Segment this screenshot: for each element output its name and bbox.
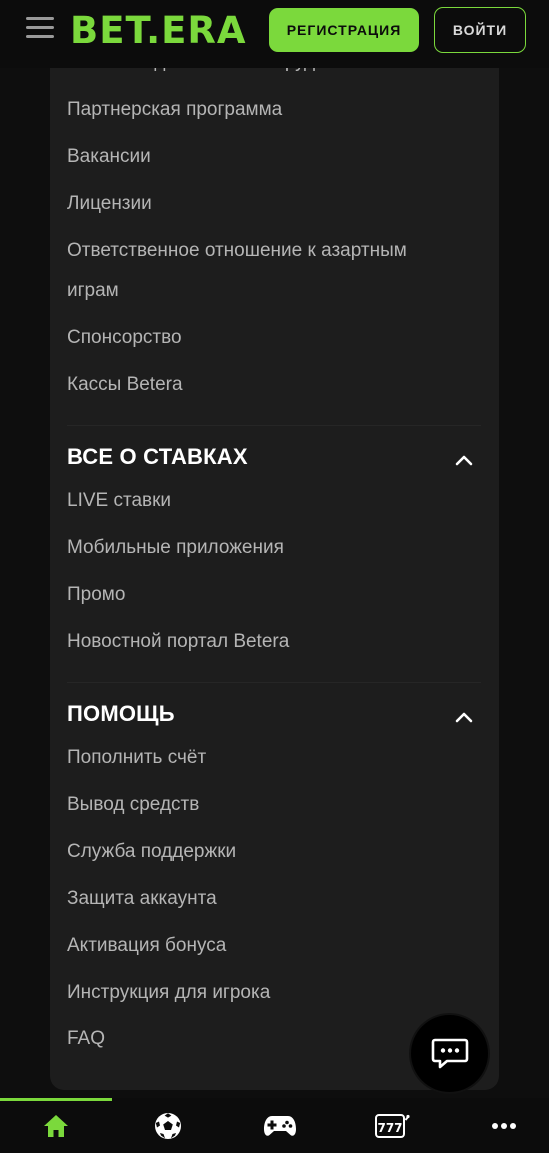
register-button[interactable]: РЕГИСТРАЦИЯ (269, 8, 419, 52)
link-mobile-apps[interactable]: Мобильные приложения (67, 536, 284, 560)
gamepad-icon (264, 1115, 296, 1136)
section-title-betting[interactable]: ВСЕ О СТАВКАХ (67, 444, 248, 470)
nav-home[interactable] (1, 1098, 111, 1153)
login-button[interactable]: ВОЙТИ (434, 7, 526, 53)
link-news-portal[interactable]: Новостной портал Betera (67, 630, 289, 654)
chevron-up-icon[interactable] (454, 710, 474, 724)
nav-games[interactable] (225, 1098, 335, 1153)
hamburger-menu-icon[interactable] (26, 17, 54, 39)
link-promo[interactable]: Промо (67, 583, 125, 607)
link-partner-program[interactable]: Партнерская программа (67, 98, 282, 122)
link-bonus-activation[interactable]: Активация бонуса (67, 934, 226, 958)
link-responsible-gaming[interactable]: Ответственное отношение к азартным (67, 239, 407, 263)
link-responsible-gaming-cont[interactable]: играм (67, 279, 119, 303)
football-icon (155, 1112, 181, 1139)
top-header: BET.ERA РЕГИСТРАЦИЯ ВОЙТИ (0, 0, 549, 68)
slots-777-icon: 777 (375, 1113, 410, 1138)
link-deposit[interactable]: Пополнить счёт (67, 746, 206, 770)
link-player-instructions[interactable]: Инструкция для игрока (67, 981, 270, 1005)
bottom-navigation: 777 (0, 1098, 549, 1153)
link-account-security[interactable]: Защита аккаунта (67, 887, 217, 911)
link-faq[interactable]: FAQ (67, 1027, 105, 1051)
svg-text:777: 777 (377, 1121, 402, 1135)
section-title-help[interactable]: ПОМОЩЬ (67, 701, 175, 727)
betera-logo[interactable]: BET.ERA (70, 10, 247, 52)
link-withdraw[interactable]: Вывод средств (67, 793, 199, 817)
section-divider (67, 682, 481, 683)
link-live-bets[interactable]: LIVE ставки (67, 489, 171, 513)
chat-support-button[interactable] (411, 1015, 488, 1092)
nav-more[interactable] (449, 1098, 549, 1153)
link-vacancies[interactable]: Вакансии (67, 145, 151, 169)
link-support[interactable]: Служба поддержки (67, 840, 236, 864)
home-icon (44, 1114, 68, 1137)
link-sponsorship[interactable]: Спонсорство (67, 326, 182, 350)
nav-slots[interactable]: 777 (337, 1098, 447, 1153)
link-betera-cash-desks[interactable]: Кассы Betera (67, 373, 183, 397)
chat-bubble-icon (431, 1038, 468, 1068)
nav-sports[interactable] (113, 1098, 223, 1153)
section-divider (67, 425, 481, 426)
more-dots-icon (492, 1122, 516, 1129)
chevron-up-icon[interactable] (454, 453, 474, 467)
link-licenses[interactable]: Лицензии (67, 192, 152, 216)
